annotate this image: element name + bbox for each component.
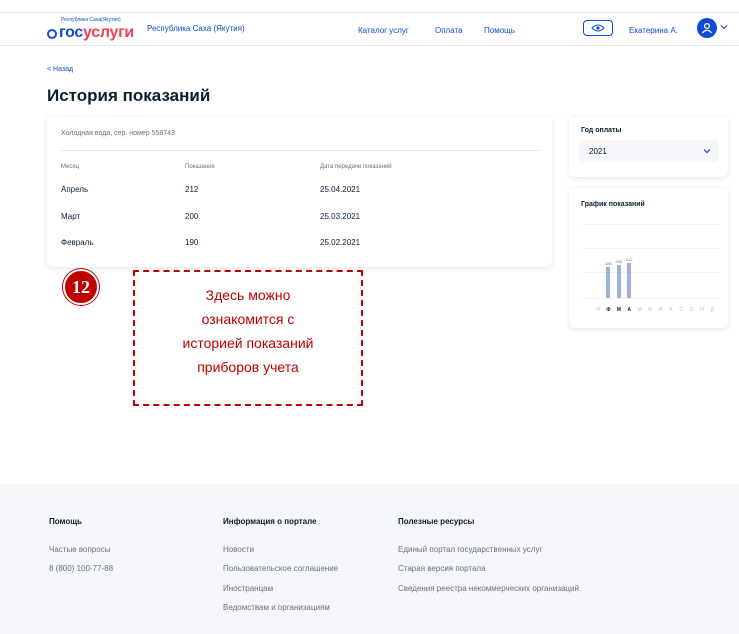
chart-gridline <box>582 248 720 249</box>
row-reading: 190 <box>185 238 199 247</box>
site-footer: Помощь Частые вопросы 8 (800) 100-77-88 … <box>0 484 739 634</box>
row-month: Март <box>61 212 81 221</box>
logo-word-gos: гос <box>59 24 84 41</box>
column-header-month: Месяц <box>61 164 80 170</box>
annotation-callout: Здесь можно ознакомится с историей показ… <box>133 270 363 406</box>
footer-heading-resources: Полезные ресурсы <box>398 517 475 526</box>
chart-month-label: С <box>679 307 683 313</box>
callout-line: Здесь можно <box>205 287 291 303</box>
row-date: 25.03.2021 <box>320 212 361 221</box>
chart-title: График показаний <box>581 201 645 208</box>
avatar[interactable] <box>697 18 717 38</box>
callout-line: историей показаний <box>182 335 314 351</box>
column-header-date: Дата передачи показаний <box>320 164 392 170</box>
chart-month-label: М <box>637 307 642 313</box>
footer-heading-portal-info: Информация о портале <box>223 517 317 526</box>
row-month: Апрель <box>61 185 89 194</box>
site-header: Республика Саха(Якутия) гос услуги Респу… <box>0 13 739 46</box>
footer-link-old-portal[interactable]: Старая версия портала <box>398 564 486 573</box>
readings-chart-card: График показаний Я Ф 190 М 200 А 212 М И И А С О Н Д <box>569 188 728 328</box>
callout-line: приборов учета <box>197 359 299 375</box>
logo-circle-icon <box>47 29 57 39</box>
row-month: Февраль <box>61 238 94 247</box>
chart-month-label: Н <box>700 307 704 313</box>
footer-link-news[interactable]: Новости <box>223 545 254 554</box>
chart-bar[interactable] <box>616 265 621 298</box>
region-selector[interactable]: Республика Саха (Якутия) <box>147 24 245 33</box>
user-icon <box>701 22 713 34</box>
footer-link-foreigners[interactable]: Иностранцам <box>223 584 273 593</box>
logo-region-caption: Республика Саха(Якутия) <box>61 17 121 23</box>
nav-payment-link[interactable]: Оплата <box>435 26 463 35</box>
year-filter-card: Год оплаты 2021 <box>569 117 728 177</box>
year-select-value: 2021 <box>589 147 607 156</box>
column-header-reading: Показания <box>185 164 215 170</box>
chart-month-label: Д <box>710 307 715 313</box>
chart-month-label: О <box>689 307 694 313</box>
chart-data-label: 212 <box>625 257 633 263</box>
row-date: 25.04.2021 <box>320 185 361 194</box>
window-top-strip <box>0 0 739 13</box>
page-title: История показаний <box>47 86 211 105</box>
callout-line: ознакомится с <box>201 311 295 327</box>
chart-month-label: А <box>669 307 673 313</box>
eye-icon <box>591 24 605 32</box>
chart-month-label: Я <box>596 307 600 313</box>
footer-link-user-agreement[interactable]: Пользовательское соглашение <box>223 564 338 573</box>
footer-link-faq[interactable]: Частые вопросы <box>49 545 110 554</box>
chart-bar[interactable] <box>627 263 632 298</box>
row-date: 25.02.2021 <box>320 238 361 247</box>
accessibility-button[interactable] <box>583 20 613 36</box>
footer-link-nko-registry[interactable]: Сведения реестра некоммерческих организа… <box>398 584 579 593</box>
year-select[interactable]: 2021 <box>579 140 719 162</box>
year-filter-label: Год оплаты <box>581 127 622 134</box>
meter-label: Холодная вода, сер. номер 558743 <box>61 130 175 137</box>
nav-help-link[interactable]: Помощь <box>484 26 515 35</box>
footer-heading-help: Помощь <box>49 517 82 526</box>
chart-gridline <box>582 224 720 225</box>
chart-month-label: М <box>616 307 621 313</box>
chart-month-label: А <box>627 307 631 313</box>
footer-phone-link[interactable]: 8 (800) 100-77-88 <box>49 564 113 573</box>
footer-link-agencies[interactable]: Ведомствам и организациям <box>223 603 330 612</box>
readings-card: Холодная вода, сер. номер 558743 Месяц П… <box>47 117 552 267</box>
row-reading: 212 <box>185 185 199 194</box>
divider <box>61 150 541 151</box>
annotation-number-badge: 12 <box>63 269 99 305</box>
chart-gridline <box>582 298 720 299</box>
back-link[interactable]: < Назад <box>47 66 73 73</box>
chevron-down-icon <box>703 149 711 154</box>
chart-bar[interactable] <box>606 266 611 298</box>
row-reading: 200 <box>185 212 199 221</box>
user-name-link[interactable]: Екатерина А. <box>629 26 678 35</box>
gosuslugi-logo[interactable]: Республика Саха(Якутия) гос услуги <box>47 17 134 41</box>
chart-month-label: И <box>658 307 663 313</box>
chart-month-label: И <box>648 307 652 313</box>
chevron-down-icon[interactable] <box>720 23 728 31</box>
nav-catalog-link[interactable]: Каталог услуг <box>358 26 409 35</box>
logo-word-uslugi: услуги <box>83 24 134 41</box>
chart-gridline <box>582 272 720 273</box>
chart-month-label: Ф <box>606 307 611 313</box>
footer-link-gov-portal[interactable]: Единый портал государственных услуг <box>398 545 542 554</box>
